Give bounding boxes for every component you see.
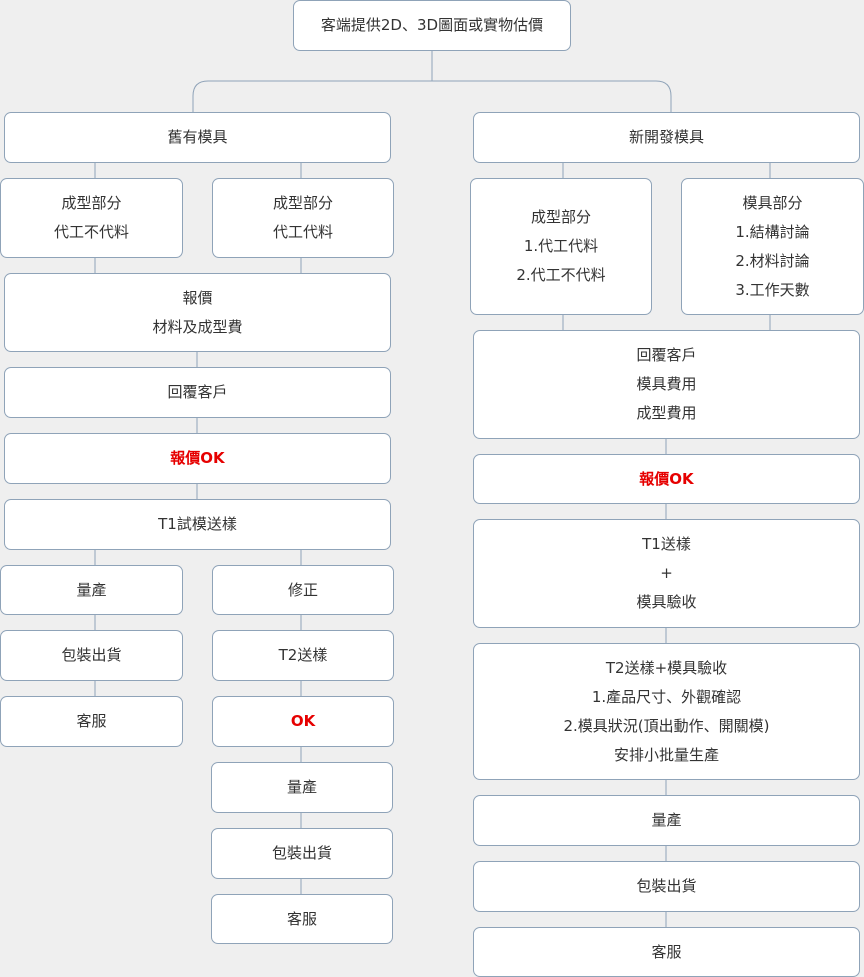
- right-mold-node: 模具部分 1.結構討論 2.材料討論 3.工作天數: [681, 178, 864, 315]
- node-line: 模具驗收: [636, 593, 697, 611]
- node-label: 量產: [286, 778, 317, 796]
- node-heading: T2送樣+模具驗收: [605, 658, 728, 677]
- new-mold-node: 新開發模具: [473, 112, 860, 163]
- node-item: 2.代工不代料: [516, 266, 606, 284]
- node-heading: 模具部分: [742, 193, 803, 212]
- right-t1-node: T1送樣 + 模具驗收: [473, 519, 860, 628]
- node-label: 回覆客戶: [167, 383, 228, 401]
- node-line: 代工不代料: [53, 223, 129, 241]
- left-fix-node: 修正: [212, 565, 394, 615]
- node-label: 客服: [76, 712, 107, 730]
- node-heading: 成型部分: [272, 194, 333, 212]
- node-line: 代工代料: [272, 223, 333, 241]
- left-fix-mass-production-node: 量產: [211, 762, 393, 813]
- node-label: 量產: [651, 811, 682, 829]
- node-item: 安排小批量生產: [613, 745, 719, 764]
- node-label: T2送樣: [278, 646, 328, 664]
- right-molding-node: 成型部分 1.代工代料 2.代工不代料: [470, 178, 652, 315]
- node-item: 1.產品尺寸、外觀確認: [591, 687, 742, 706]
- node-label: 客服: [286, 909, 317, 928]
- node-label: 修正: [287, 580, 318, 599]
- plus-sign: +: [660, 564, 673, 582]
- left-molding-no-material-node: 成型部分 代工不代料: [0, 178, 183, 258]
- quote-ok-label: 報價OK: [170, 449, 225, 467]
- node-item: 2.材料討論: [735, 251, 810, 270]
- node-line: T1送樣: [642, 535, 691, 553]
- left-packing-shipping-node: 包裝出貨: [0, 630, 183, 681]
- right-customer-service-node: 客服: [473, 927, 860, 977]
- node-heading: 回覆客戶: [636, 346, 697, 364]
- node-label: 包裝出貨: [636, 877, 697, 895]
- right-mass-production-node: 量產: [473, 795, 860, 846]
- left-reply-node: 回覆客戶: [4, 367, 391, 418]
- left-fix-customer-service-node: 客服: [211, 894, 393, 944]
- old-mold-title: 舊有模具: [167, 128, 228, 146]
- node-label: 包裝出貨: [271, 844, 332, 862]
- right-packing-shipping-node: 包裝出貨: [473, 861, 860, 912]
- node-item: 2.模具狀況(頂出動作、開關模): [563, 716, 770, 735]
- right-t2-node: T2送樣+模具驗收 1.產品尺寸、外觀確認 2.模具狀況(頂出動作、開關模) 安…: [473, 643, 860, 780]
- left-mass-production-node: 量產: [0, 565, 183, 615]
- root-node: 客端提供2D、3D圖面或實物估價: [293, 0, 571, 51]
- left-ok-node: OK: [212, 696, 394, 747]
- quote-ok-label: 報價OK: [639, 469, 694, 488]
- node-label: 量產: [76, 580, 107, 599]
- node-heading: 成型部分: [61, 194, 122, 212]
- node-item: 1.代工代料: [523, 237, 599, 255]
- node-item: 1.結構討論: [735, 222, 810, 241]
- node-heading: 成型部分: [530, 208, 591, 226]
- node-heading: 報價: [182, 288, 213, 307]
- left-customer-service-node: 客服: [0, 696, 183, 747]
- left-t2-node: T2送樣: [212, 630, 394, 681]
- node-item: 成型費用: [636, 404, 697, 422]
- left-molding-with-material-node: 成型部分 代工代料: [212, 178, 394, 258]
- ok-label: OK: [290, 712, 316, 730]
- left-t1-node: T1試模送樣: [4, 499, 391, 550]
- node-label: 客服: [651, 942, 682, 961]
- left-fix-packing-shipping-node: 包裝出貨: [211, 828, 393, 879]
- node-item: 模具費用: [636, 375, 697, 393]
- node-label: 包裝出貨: [61, 646, 122, 664]
- left-quote-ok-node: 報價OK: [4, 433, 391, 484]
- root-label: 客端提供2D、3D圖面或實物估價: [320, 16, 544, 34]
- old-mold-node: 舊有模具: [4, 112, 391, 163]
- left-quote-node: 報價 材料及成型費: [4, 273, 391, 352]
- node-line: 材料及成型費: [152, 317, 243, 336]
- node-item: 3.工作天數: [735, 280, 810, 299]
- new-mold-title: 新開發模具: [628, 128, 704, 146]
- right-quote-ok-node: 報價OK: [473, 454, 860, 504]
- node-label: T1試模送樣: [158, 515, 237, 533]
- right-reply-node: 回覆客戶 模具費用 成型費用: [473, 330, 860, 439]
